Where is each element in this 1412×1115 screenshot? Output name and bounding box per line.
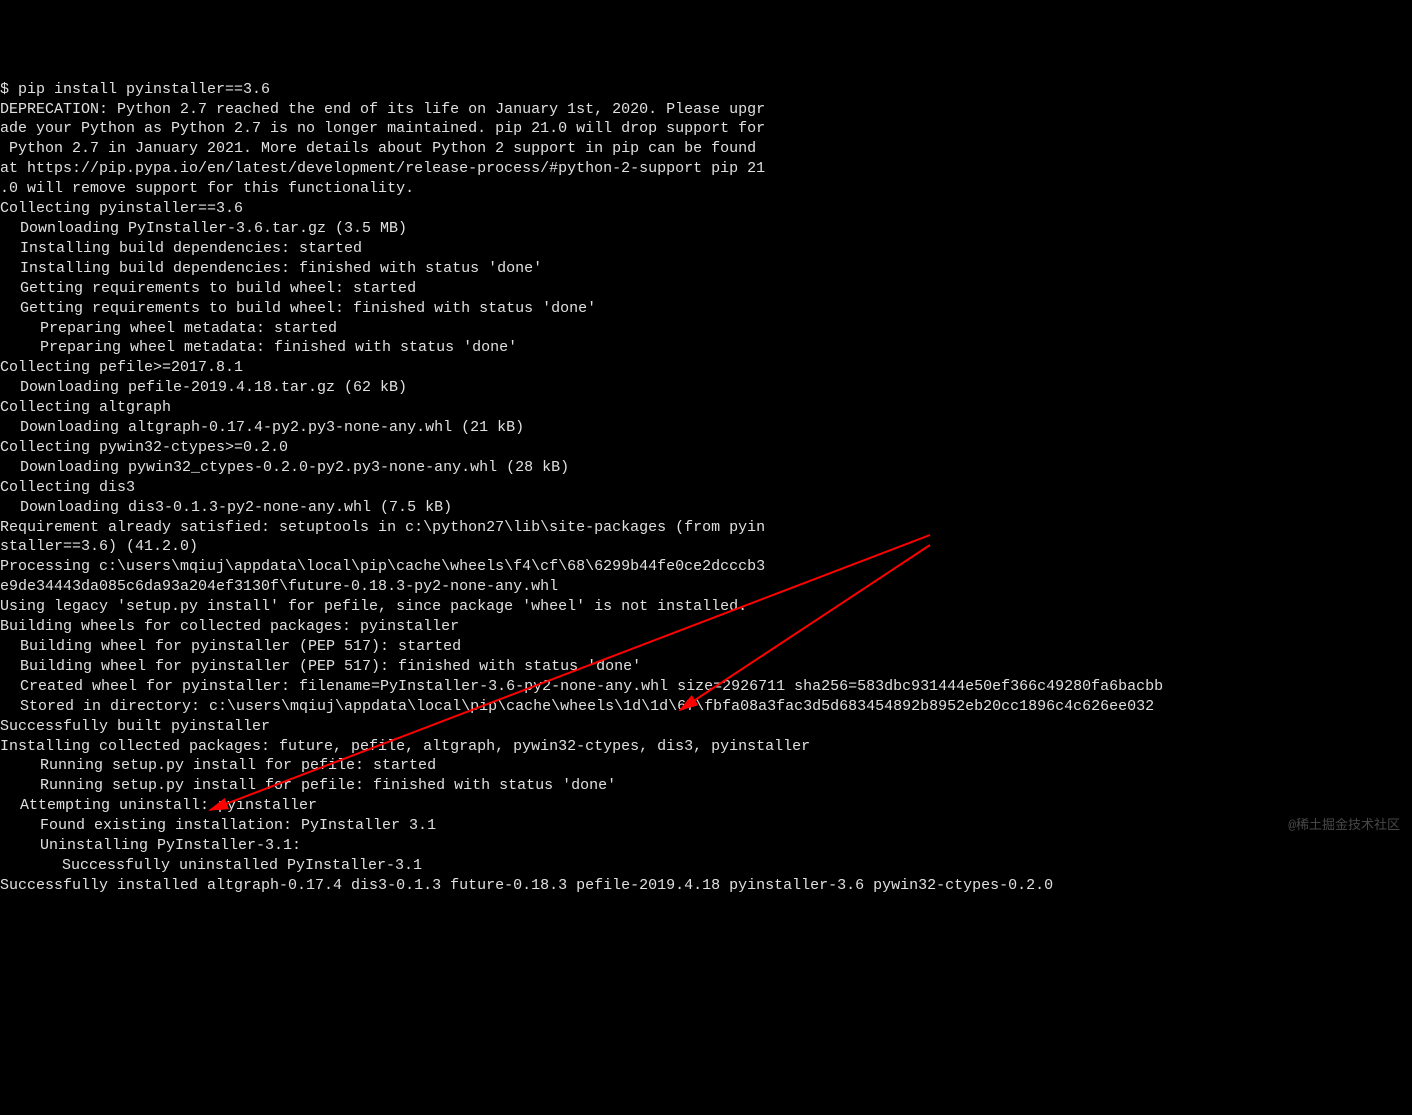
terminal-line: Running setup.py install for pefile: fin… (0, 776, 1412, 796)
terminal-line: Collecting pywin32-ctypes>=0.2.0 (0, 438, 1412, 458)
terminal-line: Created wheel for pyinstaller: filename=… (0, 677, 1412, 697)
terminal-line: Installing build dependencies: finished … (0, 259, 1412, 279)
terminal-line: staller==3.6) (41.2.0) (0, 537, 1412, 557)
terminal-line: Downloading altgraph-0.17.4-py2.py3-none… (0, 418, 1412, 438)
terminal-line: at https://pip.pypa.io/en/latest/develop… (0, 159, 1412, 179)
terminal-line: Requirement already satisfied: setuptool… (0, 518, 1412, 538)
terminal-line: Stored in directory: c:\users\mqiuj\appd… (0, 697, 1412, 717)
terminal-line: Uninstalling PyInstaller-3.1: (0, 836, 1412, 856)
terminal-line: Successfully installed altgraph-0.17.4 d… (0, 876, 1412, 896)
terminal-line: $ pip install pyinstaller==3.6 (0, 80, 1412, 100)
terminal-line: Attempting uninstall: pyinstaller (0, 796, 1412, 816)
terminal-line: Getting requirements to build wheel: fin… (0, 299, 1412, 319)
terminal-line: Collecting dis3 (0, 478, 1412, 498)
terminal-line: Using legacy 'setup.py install' for pefi… (0, 597, 1412, 617)
terminal-line: Building wheels for collected packages: … (0, 617, 1412, 637)
terminal-line: Building wheel for pyinstaller (PEP 517)… (0, 657, 1412, 677)
watermark: @稀土掘金技术社区 (1288, 816, 1400, 836)
terminal-line: Collecting pefile>=2017.8.1 (0, 358, 1412, 378)
terminal-line: Downloading dis3-0.1.3-py2-none-any.whl … (0, 498, 1412, 518)
terminal-line: e9de34443da085c6da93a204ef3130f\future-0… (0, 577, 1412, 597)
terminal-line: Running setup.py install for pefile: sta… (0, 756, 1412, 776)
terminal-line: .0 will remove support for this function… (0, 179, 1412, 199)
terminal-line: Collecting pyinstaller==3.6 (0, 199, 1412, 219)
terminal-line: Processing c:\users\mqiuj\appdata\local\… (0, 557, 1412, 577)
terminal-line: Collecting altgraph (0, 398, 1412, 418)
terminal-line: Preparing wheel metadata: started (0, 319, 1412, 339)
terminal-output: $ pip install pyinstaller==3.6DEPRECATIO… (0, 80, 1412, 896)
terminal-line: Preparing wheel metadata: finished with … (0, 338, 1412, 358)
terminal-line: Getting requirements to build wheel: sta… (0, 279, 1412, 299)
terminal-line: Installing collected packages: future, p… (0, 737, 1412, 757)
terminal-line: Found existing installation: PyInstaller… (0, 816, 1412, 836)
terminal-line: Installing build dependencies: started (0, 239, 1412, 259)
terminal-line: Successfully built pyinstaller (0, 717, 1412, 737)
terminal-line: DEPRECATION: Python 2.7 reached the end … (0, 100, 1412, 120)
terminal-line: Successfully uninstalled PyInstaller-3.1 (0, 856, 1412, 876)
terminal-line: Downloading pefile-2019.4.18.tar.gz (62 … (0, 378, 1412, 398)
terminal-line: ade your Python as Python 2.7 is no long… (0, 119, 1412, 139)
terminal-line: Downloading pywin32_ctypes-0.2.0-py2.py3… (0, 458, 1412, 478)
terminal-line: Python 2.7 in January 2021. More details… (0, 139, 1412, 159)
terminal-line: Downloading PyInstaller-3.6.tar.gz (3.5 … (0, 219, 1412, 239)
terminal-line: Building wheel for pyinstaller (PEP 517)… (0, 637, 1412, 657)
